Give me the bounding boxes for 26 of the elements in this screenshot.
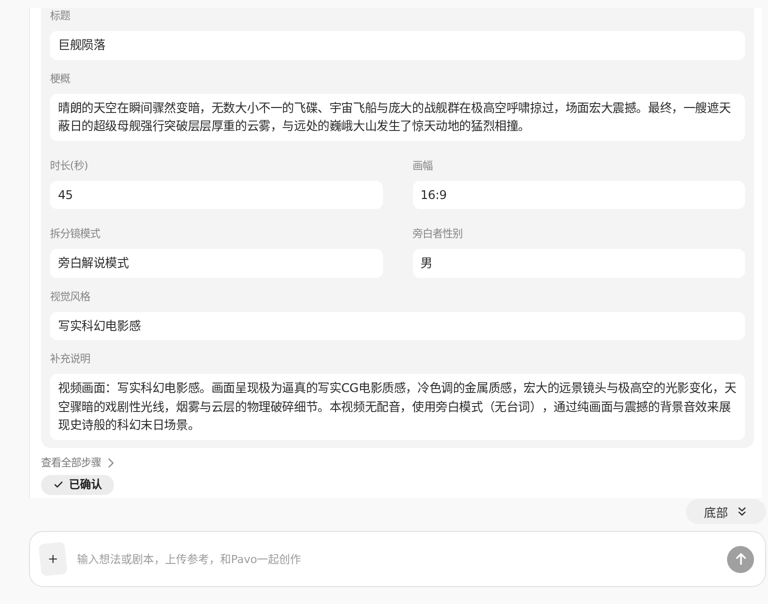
plus-icon bbox=[49, 555, 57, 563]
view-all-steps-link[interactable]: 查看全部步骤 bbox=[41, 454, 114, 470]
field-label: 标题 bbox=[50, 9, 70, 24]
input-field[interactable]: 16:9 bbox=[412, 180, 745, 209]
chevron-right-icon bbox=[108, 458, 114, 468]
field-label: 补充说明 bbox=[50, 352, 90, 367]
input-field[interactable]: 45 bbox=[50, 180, 382, 209]
scroll-to-bottom-button[interactable]: 底部 bbox=[686, 499, 766, 524]
message-composer[interactable]: 输入想法或剧本，上传参考，和Pavo一起创作 bbox=[29, 531, 766, 587]
field-label: 时长(秒) bbox=[50, 158, 88, 174]
arrow-up-icon bbox=[736, 553, 746, 565]
check-icon bbox=[54, 481, 63, 488]
input-field[interactable]: 旁白解说模式 bbox=[50, 249, 382, 278]
input-field[interactable]: 男 bbox=[412, 249, 745, 278]
field-label: 画幅 bbox=[412, 158, 432, 174]
input-field[interactable]: 巨舰陨落 bbox=[50, 31, 745, 60]
badge-label: 已确认 bbox=[69, 478, 102, 492]
message-input[interactable]: 输入想法或剧本，上传参考，和Pavo一起创作 bbox=[77, 549, 717, 569]
input-field[interactable]: 写实科幻电影感 bbox=[50, 312, 745, 340]
input-field[interactable]: 视频画面：写实科幻电影感。画面呈现极为逼真的写实CG电影质感，冷色调的金属质感，宏大的远景镜头与极高空的光影变化，天空骤暗的戏剧性光线，烟雾与云层的物理破碎细节。本视频无配音，使用旁白模式（无台词），通过纯画面与震撼的背景音效来展现史诗般的科幻末日场景。 bbox=[50, 374, 745, 440]
field-label: 拆分镜模式 bbox=[50, 227, 100, 242]
field-label: 旁白者性别 bbox=[412, 227, 462, 242]
input-field[interactable]: 晴朗的天空在瞬间骤然变暗，无数大小不一的飞碟、宇宙飞船与庞大的战舰群在极高空呼啸掠过，场面宏大震撼。最终，一艘遮天蔽日的超级母舰强行突破层层厚重的云雾，与远处的巍峨大山发生了惊天动地的猛烈相撞。 bbox=[50, 94, 745, 140]
double-chevron-down-icon bbox=[738, 507, 746, 516]
field-label: 视觉风格 bbox=[50, 290, 90, 304]
field-label: 梗概 bbox=[50, 72, 70, 86]
